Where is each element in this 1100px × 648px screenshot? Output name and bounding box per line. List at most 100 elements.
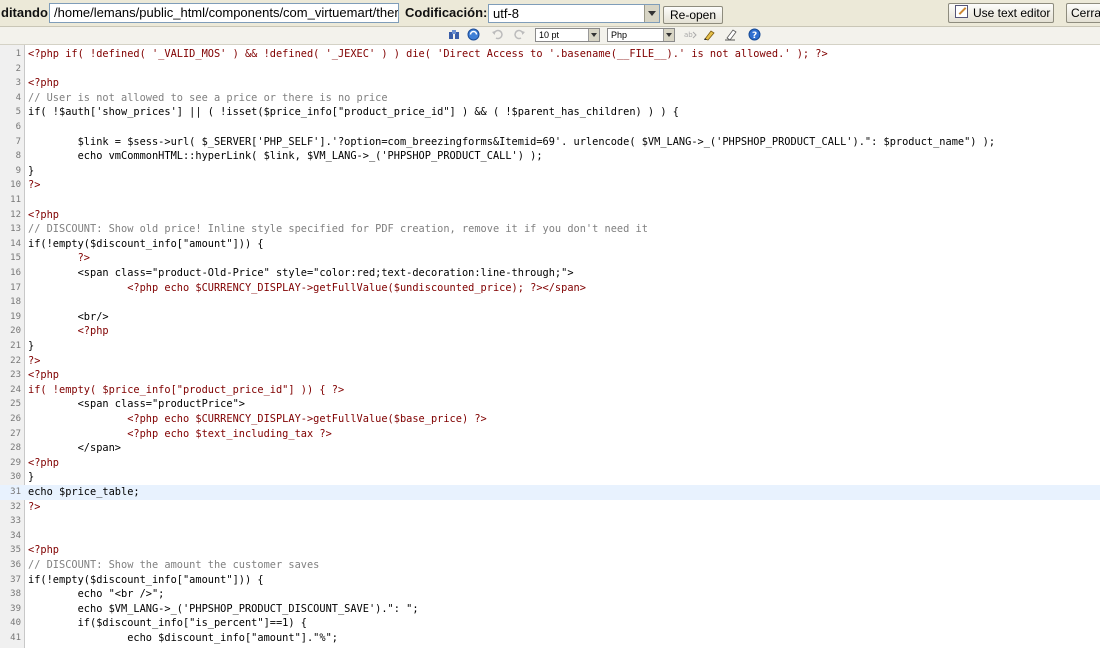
- code-line[interactable]: 23 <?php: [0, 368, 1100, 383]
- code-line[interactable]: 36 // DISCOUNT: Show the amount the custo…: [0, 558, 1100, 573]
- line-number: 1: [15, 49, 21, 59]
- replace-icon[interactable]: [467, 28, 480, 41]
- line-number: 41: [10, 633, 21, 643]
- line-text: // DISCOUNT: Show the amount the custome…: [28, 559, 320, 571]
- code-line[interactable]: 39 echo $VM_LANG->_('PHPSHOP_PRODUCT_DIS…: [0, 602, 1100, 617]
- line-number: 38: [10, 589, 21, 600]
- line-text: <?php echo $text_including_tax ?>: [28, 427, 332, 440]
- line-text: echo "<br />";: [28, 588, 165, 601]
- code-line[interactable]: 9}: [0, 164, 1100, 179]
- code-line[interactable]: 5 if( !$auth['show_prices'] || ( !isset($…: [0, 105, 1100, 120]
- line-text: echo vmCommonHTML::hyperLink( $link, $VM…: [28, 150, 543, 163]
- line-number: 17: [10, 282, 21, 293]
- line-number: 22: [10, 355, 21, 366]
- code-line[interactable]: 22 ?>: [0, 354, 1100, 369]
- edit-icon: [955, 5, 968, 18]
- line-number: 2: [15, 63, 21, 74]
- highlight-icon[interactable]: [703, 28, 716, 41]
- line-number: 18: [10, 297, 21, 308]
- line-number: 21: [10, 341, 21, 351]
- code-line[interactable]: 24 if( !empty( $price_info["product_price…: [0, 383, 1100, 398]
- code-line[interactable]: 4 // User is not allowed to see a price o…: [0, 91, 1100, 106]
- code-line[interactable]: 3 <?php: [0, 76, 1100, 91]
- code-line[interactable]: 32 ?>: [0, 500, 1100, 515]
- code-line[interactable]: 29 <?php: [0, 456, 1100, 471]
- code-line[interactable]: 1 <?php if( !defined( '_VALID_MOS' ) && !…: [0, 47, 1100, 62]
- line-number: 26: [10, 414, 21, 424]
- syntax-select[interactable]: Php: [607, 28, 675, 42]
- line-text: <span class="productPrice">: [28, 398, 245, 411]
- code-line[interactable]: 30}: [0, 470, 1100, 485]
- line-text: <?php: [28, 208, 59, 221]
- help-icon[interactable]: ?: [748, 28, 761, 41]
- font-size-value: 10 pt: [539, 30, 560, 40]
- undo-icon[interactable]: [491, 28, 504, 41]
- line-text: ?>: [28, 354, 41, 367]
- line-number: 39: [10, 603, 21, 614]
- code-line[interactable]: 33: [0, 514, 1100, 529]
- code-line[interactable]: 18: [0, 295, 1100, 310]
- line-number: 32: [10, 501, 21, 512]
- use-text-editor-button[interactable]: Use text editor: [948, 3, 1054, 23]
- code-line[interactable]: 37 if(!empty($discount_info["amount"])) {: [0, 573, 1100, 588]
- reopen-button[interactable]: Re-open: [663, 6, 724, 24]
- chevron-down-icon[interactable]: [644, 5, 659, 22]
- word-wrap-icon[interactable]: ab: [684, 28, 697, 41]
- file-path-field[interactable]: /home/lemans/public_html/components/com_…: [49, 3, 399, 23]
- code-line[interactable]: 6: [0, 120, 1100, 135]
- svg-text:ab: ab: [684, 31, 693, 39]
- line-number: 27: [10, 428, 21, 439]
- code-line[interactable]: 13 // DISCOUNT: Show old price! Inline st…: [0, 222, 1100, 237]
- chevron-down-icon[interactable]: [663, 29, 674, 41]
- code-line[interactable]: 21}: [0, 339, 1100, 354]
- line-text: ?>: [28, 179, 41, 192]
- code-line[interactable]: 16 <span class="product-Old-Price" style…: [0, 266, 1100, 281]
- code-editor[interactable]: 1 <?php if( !defined( '_VALID_MOS' ) && !…: [0, 45, 1100, 648]
- code-line[interactable]: 27 <?php echo $text_including_tax ?>: [0, 427, 1100, 442]
- line-text: }: [28, 164, 35, 177]
- code-line[interactable]: 14 if(!empty($discount_info["amount"])) {: [0, 237, 1100, 252]
- encoding-value: utf-8: [493, 6, 520, 21]
- redo-icon[interactable]: [513, 28, 526, 41]
- editor-header-bar: ditando: /home/lemans/public_html/compon…: [0, 0, 1100, 27]
- code-line[interactable]: 19 <br/>: [0, 310, 1100, 325]
- line-text: echo $VM_LANG->_('PHPSHOP_PRODUCT_DISCOU…: [28, 602, 419, 615]
- line-number: 23: [10, 370, 21, 381]
- chevron-down-icon[interactable]: [588, 29, 599, 41]
- line-text: </span>: [28, 442, 121, 455]
- code-line[interactable]: 25 <span class="productPrice">: [0, 397, 1100, 412]
- line-number: 3: [15, 78, 21, 89]
- line-number: 34: [10, 530, 21, 541]
- code-line[interactable]: 2: [0, 62, 1100, 77]
- line-number: 20: [10, 326, 21, 337]
- code-line[interactable]: 35 <?php: [0, 543, 1100, 558]
- line-text: <?php if( !defined( '_VALID_MOS' ) && !d…: [28, 48, 828, 60]
- encoding-select[interactable]: utf-8: [488, 4, 660, 23]
- line-text: <?php: [28, 325, 109, 338]
- code-line[interactable]: 26 <?php echo $CURRENCY_DISPLAY->getFull…: [0, 412, 1100, 427]
- search-icon[interactable]: [448, 28, 461, 41]
- line-number: 31: [10, 487, 21, 497]
- code-line[interactable]: 8 echo vmCommonHTML::hyperLink( $link, $…: [0, 149, 1100, 164]
- code-line[interactable]: 20 <?php: [0, 324, 1100, 339]
- line-number: 25: [10, 399, 21, 410]
- code-line[interactable]: 34: [0, 529, 1100, 544]
- code-line[interactable]: 31 echo $price_table;: [0, 485, 1100, 500]
- line-text: ?>: [28, 252, 90, 265]
- reset-icon[interactable]: [724, 28, 737, 41]
- font-size-select[interactable]: 10 pt: [535, 28, 600, 42]
- code-line[interactable]: 41 echo $discount_info["amount"]."%";: [0, 631, 1100, 646]
- line-text: echo $discount_info["amount"]."%";: [28, 632, 338, 644]
- code-line[interactable]: 11: [0, 193, 1100, 208]
- line-number: 4: [15, 92, 21, 103]
- code-line[interactable]: 10 ?>: [0, 178, 1100, 193]
- code-line[interactable]: 28 </span>: [0, 441, 1100, 456]
- code-line[interactable]: 40 if($discount_info["is_percent"]==1) {: [0, 616, 1100, 631]
- code-line[interactable]: 17 <?php echo $CURRENCY_DISPLAY->getFull…: [0, 281, 1100, 296]
- code-line[interactable]: 15 ?>: [0, 251, 1100, 266]
- code-line[interactable]: 38 echo "<br />";: [0, 587, 1100, 602]
- code-line[interactable]: 12 <?php: [0, 208, 1100, 223]
- line-number: 11: [10, 195, 21, 205]
- close-button[interactable]: Cerra: [1066, 3, 1100, 23]
- code-line[interactable]: 7 $link = $sess->url( $_SERVER['PHP_SELF…: [0, 135, 1100, 150]
